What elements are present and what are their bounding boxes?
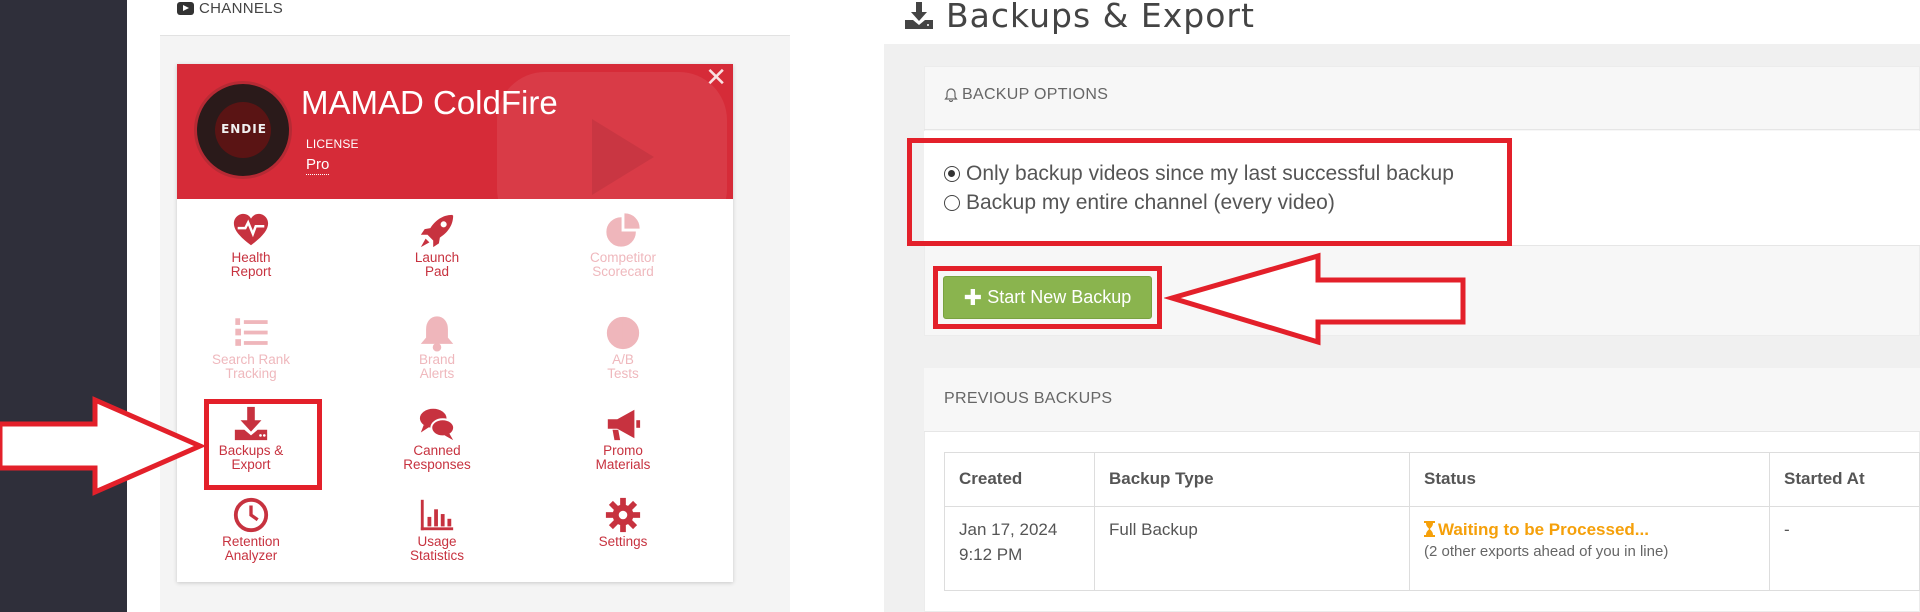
tool-label: Retention Analyzer xyxy=(222,534,280,563)
bell-icon xyxy=(944,88,958,102)
tool-label: Settings xyxy=(598,534,648,549)
tool-label: Brand Alerts xyxy=(418,352,456,381)
close-icon[interactable]: ✕ xyxy=(705,64,727,93)
rocket-icon xyxy=(364,212,510,250)
tool-label: Canned Responses xyxy=(403,443,471,472)
channel-avatar[interactable]: ENDIE xyxy=(194,81,292,179)
avatar-logo-text: ENDIE xyxy=(221,122,267,136)
tool-label: A/B Tests xyxy=(607,352,639,381)
heartbeat-icon xyxy=(178,212,324,250)
table-row: Jan 17, 2024 9:12 PM Full Backup Waiting… xyxy=(944,506,1920,591)
annotation-arrow-right xyxy=(0,396,207,496)
channels-label: CHANNELS xyxy=(199,0,284,17)
annotation-box-options xyxy=(907,138,1512,246)
column-header-created[interactable]: Created xyxy=(944,452,1095,507)
tool-launch-pad[interactable]: Launch Pad xyxy=(364,212,510,279)
tool-label: Search Rank Tracking xyxy=(211,352,291,381)
tool-health-report[interactable]: Health Report xyxy=(178,212,324,279)
channel-card-header: ✕ ENDIE MAMAD ColdFire LICENSE Pro xyxy=(177,64,733,199)
license-label: LICENSE xyxy=(306,137,359,151)
annotation-box-backups xyxy=(204,399,322,490)
tool-competitor-scorecard[interactable]: Competitor Scorecard xyxy=(550,212,696,279)
created-time: 9:12 PM xyxy=(959,545,1023,564)
status-text: Waiting to be Processed... xyxy=(1438,520,1649,539)
tool-label: Promo Materials xyxy=(595,443,651,472)
youtube-icon xyxy=(177,2,194,15)
half-circle-icon xyxy=(550,314,696,352)
channel-name: MAMAD ColdFire xyxy=(301,84,558,121)
clock-icon xyxy=(178,496,324,534)
page-title: Backups & Export xyxy=(946,0,1255,35)
backups-table: Created Backup Type Status Started At Ja… xyxy=(944,452,1920,591)
table-header-row: Created Backup Type Status Started At xyxy=(944,452,1920,507)
column-header-status[interactable]: Status xyxy=(1409,452,1770,507)
pie-chart-icon xyxy=(550,212,696,250)
gear-icon xyxy=(550,496,696,534)
tool-label: Launch Pad xyxy=(414,250,460,279)
channels-header: CHANNELS xyxy=(160,0,790,36)
channel-card: ✕ ENDIE MAMAD ColdFire LICENSE Pro Healt… xyxy=(177,64,733,582)
backup-type-cell: Full Backup xyxy=(1094,506,1410,591)
started-at-cell: - xyxy=(1769,506,1920,591)
tool-usage-statistics[interactable]: Usage Statistics xyxy=(364,496,510,563)
tool-retention-analyzer[interactable]: Retention Analyzer xyxy=(178,496,324,563)
annotation-box-start-button xyxy=(933,266,1162,329)
tool-label: Competitor Scorecard xyxy=(589,250,657,279)
previous-backups-header: PREVIOUS BACKUPS xyxy=(924,368,1920,432)
created-cell: Jan 17, 2024 9:12 PM xyxy=(944,506,1095,591)
tool-label: Usage Statistics xyxy=(409,534,464,563)
tool-canned-responses[interactable]: Canned Responses xyxy=(364,405,510,472)
backup-options-heading: BACKUP OPTIONS xyxy=(962,86,1109,103)
play-watermark-icon xyxy=(592,119,654,195)
download-icon xyxy=(905,2,933,29)
hourglass-icon xyxy=(1424,521,1435,537)
annotation-arrow-left xyxy=(1164,252,1466,346)
dark-sidebar xyxy=(0,0,127,612)
comments-icon xyxy=(364,405,510,443)
created-date: Jan 17, 2024 xyxy=(959,520,1058,539)
tool-search-rank-tracking[interactable]: Search Rank Tracking xyxy=(178,314,324,381)
status-cell: Waiting to be Processed... (2 other expo… xyxy=(1409,506,1770,591)
backup-options-header: BACKUP OPTIONS xyxy=(924,66,1920,130)
previous-backups-heading: PREVIOUS BACKUPS xyxy=(944,390,1113,407)
bell-icon xyxy=(364,314,510,352)
megaphone-icon xyxy=(550,405,696,443)
license-value[interactable]: Pro xyxy=(306,156,330,175)
status-text-wrapper: Waiting to be Processed... xyxy=(1424,520,1649,539)
tool-brand-alerts[interactable]: Brand Alerts xyxy=(364,314,510,381)
status-note: (2 other exports ahead of you in line) xyxy=(1424,543,1669,560)
tool-label: Health Report xyxy=(230,250,272,279)
bar-chart-icon xyxy=(364,496,510,534)
column-header-backup-type[interactable]: Backup Type xyxy=(1094,452,1410,507)
tool-promo-materials[interactable]: Promo Materials xyxy=(550,405,696,472)
ordered-list-icon xyxy=(178,314,324,352)
tool-settings[interactable]: Settings xyxy=(550,496,696,549)
tool-ab-tests[interactable]: A/B Tests xyxy=(550,314,696,381)
column-header-started-at[interactable]: Started At xyxy=(1769,452,1920,507)
